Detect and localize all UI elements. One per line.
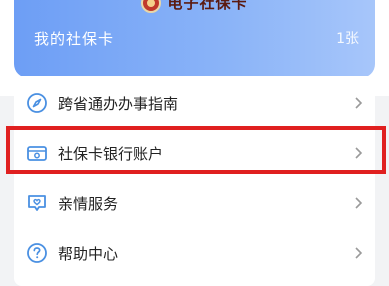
menu-item-label: 跨省通办办事指南 [58, 94, 179, 113]
menu-item-label: 帮助中心 [58, 244, 119, 263]
card-label: 我的社保卡 [34, 30, 115, 48]
card-header-title: 电子社保卡 [167, 0, 248, 12]
menu-item-cross-province-guide[interactable]: 跨省通办办事指南 [14, 80, 375, 126]
chevron-right-icon [355, 247, 363, 259]
menu-item-label: 亲情服务 [58, 194, 119, 213]
menu-item-help-center[interactable]: 帮助中心 [14, 230, 375, 276]
menu-list: 跨省通办办事指南 社保卡银行账户 亲情服务 帮助中心 [14, 76, 375, 286]
card-count: 1张 [336, 31, 359, 47]
national-emblem-icon [141, 0, 162, 13]
chevron-right-icon [355, 97, 363, 109]
card-header: 电子社保卡 [14, 0, 375, 16]
compass-icon [27, 93, 47, 113]
help-icon [27, 243, 47, 263]
heart-message-icon [28, 195, 46, 211]
menu-item-family-service[interactable]: 亲情服务 [14, 180, 375, 226]
social-security-card[interactable]: 电子社保卡 我的社保卡 1张 [14, 0, 375, 78]
chevron-right-icon [355, 197, 363, 209]
highlight-box [6, 126, 386, 174]
